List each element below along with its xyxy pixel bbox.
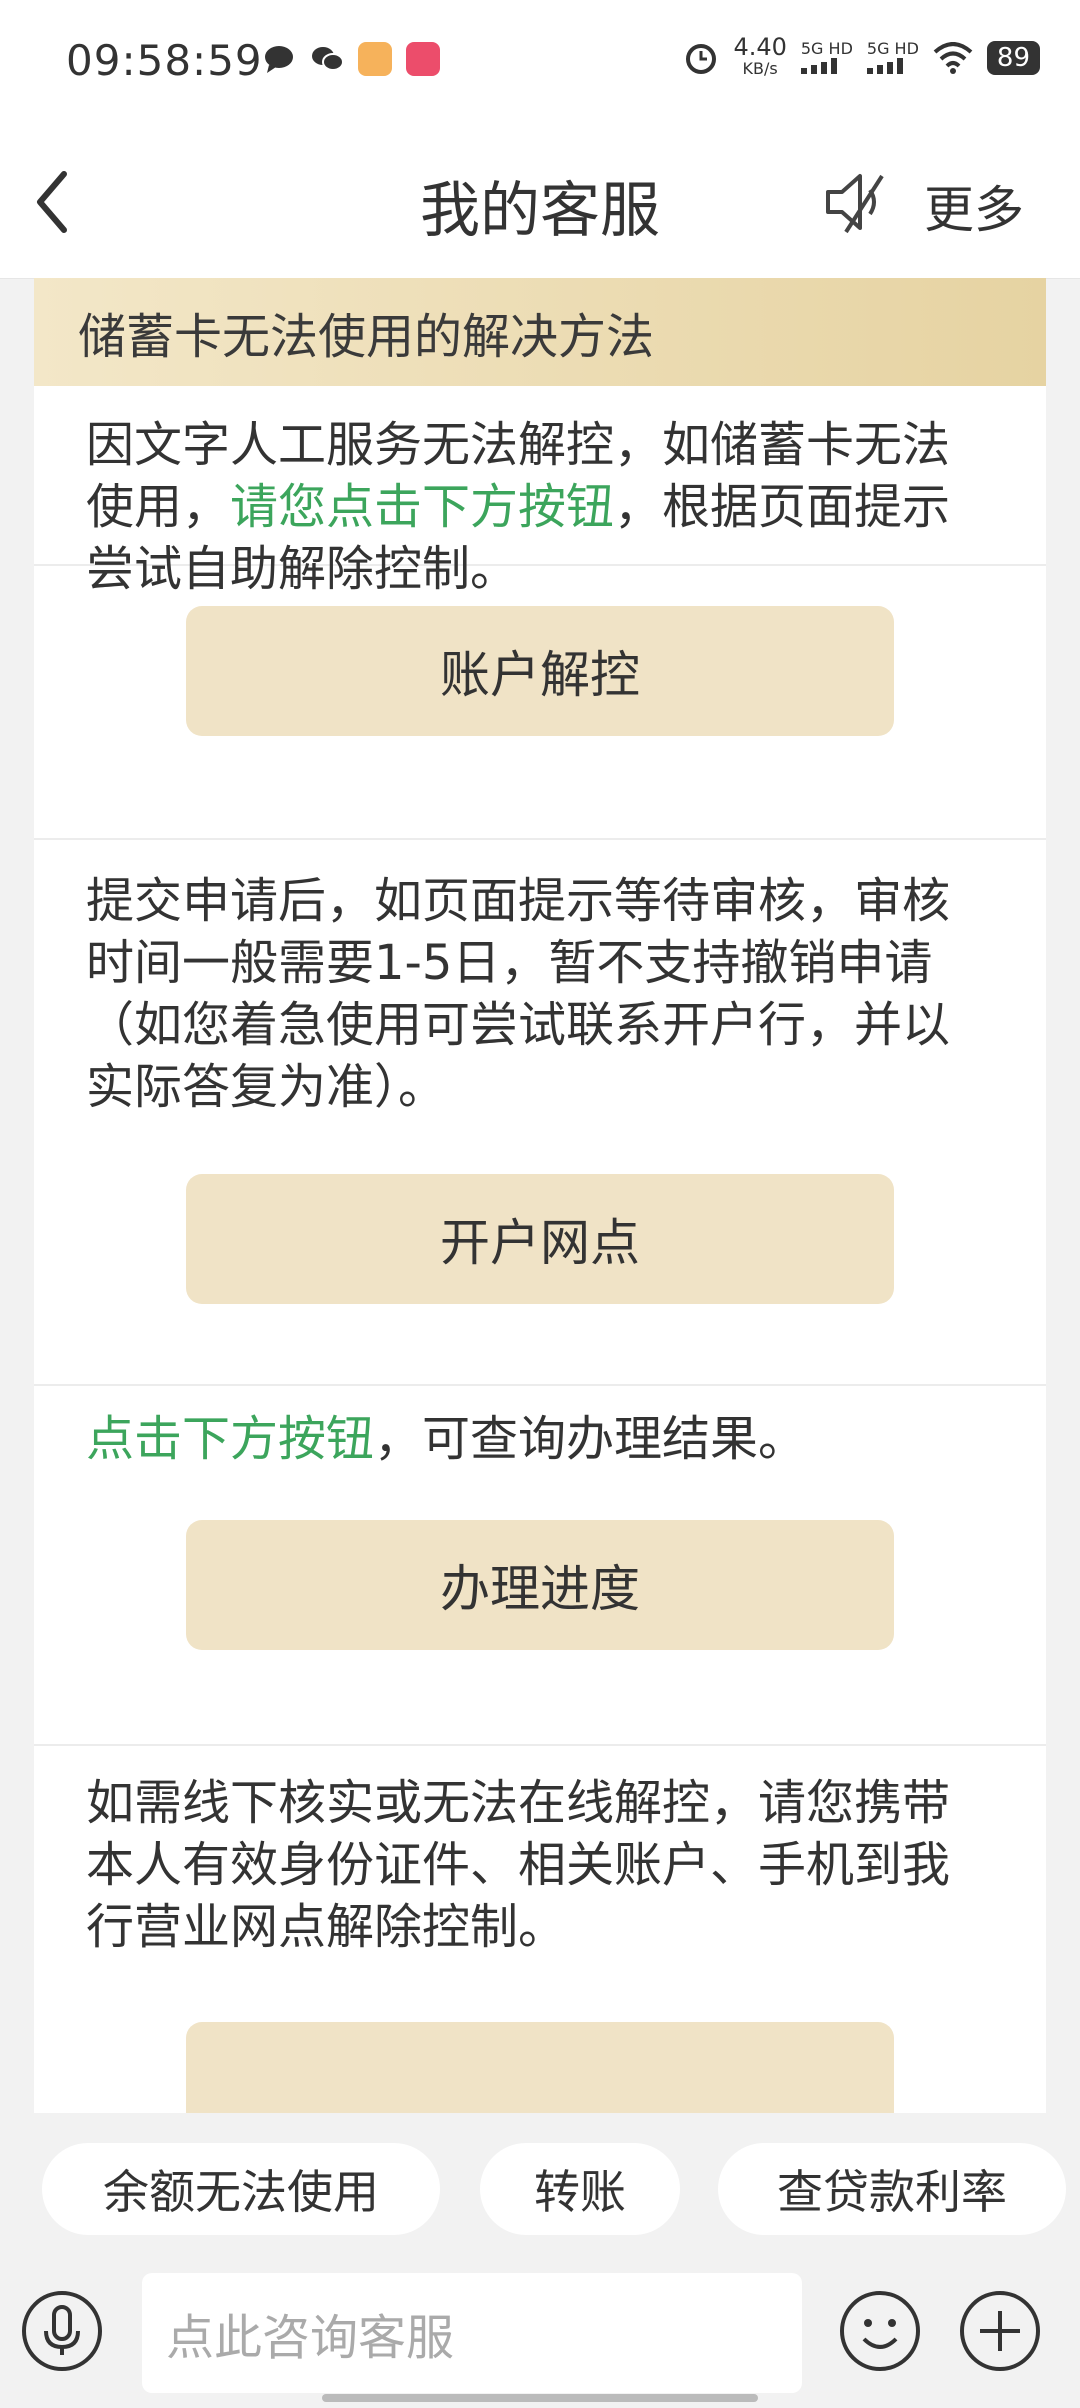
section-unfreeze: 账户解控 (34, 606, 1046, 840)
branch-button[interactable]: 开户网点 (186, 1174, 894, 1304)
section-offline: 如需线下核实或无法在线解控，请您携带本人有效身份证件、相关账户、手机到我行营业网… (34, 1746, 1046, 2113)
network-1: 5G HD (800, 38, 853, 78)
quick-reply-loan-rate[interactable]: 查贷款利率 (718, 2143, 1066, 2235)
solution-card: 储蓄卡无法使用的解决方法 因文字人工服务无法解控，如储蓄卡无法使用，请您点击下方… (34, 278, 1046, 2113)
signal-icon (800, 57, 837, 74)
section-progress: 点击下方按钮，可查询办理结果。 办理进度 (34, 1386, 1046, 1746)
speaker-mute-icon[interactable] (822, 162, 892, 242)
plus-icon[interactable] (958, 2289, 1042, 2373)
more-button[interactable]: 更多 (924, 170, 1024, 242)
section-intro: 因文字人工服务无法解控，如储蓄卡无法使用，请您点击下方按钮，根据页面提示尝试自助… (34, 386, 1046, 597)
speed-value: 4.40 (733, 33, 787, 61)
app-notification-icon (358, 42, 392, 76)
partial-button[interactable] (186, 2022, 894, 2113)
home-indicator[interactable] (322, 2394, 758, 2402)
page-title: 我的客服 (420, 176, 660, 246)
quick-reply-transfer[interactable]: 转账 (480, 2143, 680, 2235)
progress-text: 点击下方按钮，可查询办理结果。 (34, 1386, 1046, 1470)
wifi-icon (933, 42, 973, 74)
app-header: 我的客服 更多 (0, 120, 1080, 279)
wechat-icon (310, 42, 344, 76)
speed-unit: KB/s (742, 59, 778, 78)
card-heading: 储蓄卡无法使用的解决方法 (34, 278, 1046, 386)
status-time: 09:58:59 (66, 36, 263, 85)
battery-indicator: 89 (986, 41, 1040, 75)
account-unfreeze-button[interactable]: 账户解控 (186, 606, 894, 736)
network-2-label: 5G HD (866, 38, 919, 58)
intro-text: 因文字人工服务无法解控，如储蓄卡无法使用，请您点击下方按钮，根据页面提示尝试自助… (34, 386, 1046, 600)
quick-reply-bar: 余额无法使用 转账 查贷款利率 (0, 2113, 1080, 2263)
status-bar: 09:58:59 4.40 KB/s 5G HD 5G HD 89 (0, 0, 1080, 120)
chat-input[interactable]: 点此咨询客服 (142, 2273, 802, 2393)
offline-text: 如需线下核实或无法在线解控，请您携带本人有效身份证件、相关账户、手机到我行营业网… (86, 1775, 951, 1955)
network-speed: 4.40 KB/s (733, 33, 787, 80)
notification-icons (262, 42, 440, 76)
app-notification-icon-2 (406, 42, 440, 76)
message-icon (262, 42, 296, 76)
quick-reply-balance[interactable]: 余额无法使用 (42, 2143, 440, 2235)
network-2: 5G HD (866, 38, 919, 78)
progress-text-part-b: ，可查询办理结果。 (374, 1411, 807, 1467)
network-1-label: 5G HD (800, 38, 853, 58)
progress-button[interactable]: 办理进度 (186, 1520, 894, 1650)
progress-text-highlight: 点击下方按钮 (86, 1411, 375, 1467)
review-text: 提交申请后，如页面提示等待审核，审核时间一般需要1-5日，暂不支持撤销申请（如您… (86, 873, 951, 1115)
microphone-icon[interactable] (20, 2289, 104, 2373)
status-right: 4.40 KB/s 5G HD 5G HD 89 (683, 33, 1040, 80)
input-bar: 点此咨询客服 (0, 2263, 1080, 2408)
emoji-icon[interactable] (838, 2289, 922, 2373)
alarm-icon (686, 44, 717, 74)
signal-icon-2 (866, 57, 903, 74)
intro-text-highlight: 请您点击下方按钮 (230, 479, 615, 535)
section-review: 提交申请后，如页面提示等待审核，审核时间一般需要1-5日，暂不支持撤销申请（如您… (34, 840, 1046, 1386)
